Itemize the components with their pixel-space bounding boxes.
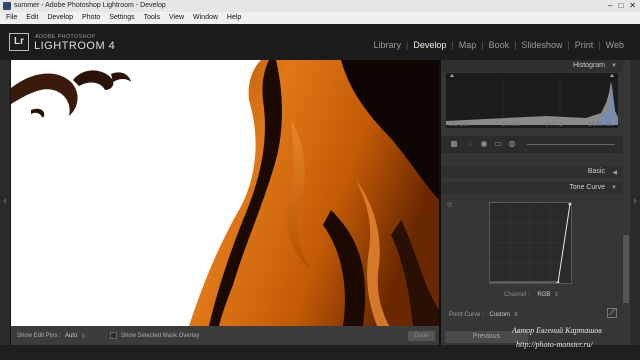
module-map[interactable]: Map xyxy=(455,40,481,50)
expand-icon: ◀ xyxy=(612,170,617,176)
mask-overlay-label: Show Selected Mask Overlay xyxy=(121,333,200,339)
edit-point-curve-icon[interactable]: ⟋ xyxy=(607,308,617,318)
channel-select[interactable]: RGB xyxy=(537,292,550,298)
module-book[interactable]: Book xyxy=(485,40,514,50)
menu-edit[interactable]: Edit xyxy=(26,12,38,24)
watermark-author: Автор Евгений Карташов xyxy=(512,326,602,335)
maximize-button[interactable]: □ xyxy=(618,1,623,11)
crop-overlay-icon[interactable]: ▦ xyxy=(449,139,459,149)
histogram-graph xyxy=(446,74,618,125)
tone-curve-header[interactable]: Tone Curve ▼ xyxy=(441,182,623,194)
basic-header[interactable]: Basic ◀ xyxy=(441,166,623,178)
identity-plate: Lr ADOBE PHOTOSHOP LIGHTROOM 4 Library |… xyxy=(0,24,640,60)
chevron-updown-icon: ⇕ xyxy=(513,312,519,318)
point-curve-select[interactable]: Custom xyxy=(489,312,510,318)
window-title-bar: summer - Adobe Photoshop Lightroom - Dev… xyxy=(0,0,640,12)
show-edit-pins-label: Show Edit Pins : xyxy=(17,333,61,339)
photo-image xyxy=(11,60,439,326)
menu-file[interactable]: File xyxy=(6,12,17,24)
window-controls: – □ ✕ xyxy=(608,1,636,11)
collapse-right-icon xyxy=(634,198,637,204)
right-panel-toggle[interactable] xyxy=(630,60,640,345)
collapse-icon: ▼ xyxy=(611,185,617,191)
lightroom-logo: Lr xyxy=(9,33,29,51)
minimize-button[interactable]: – xyxy=(608,1,612,11)
watermark-url: http://photo-monster.ru/ xyxy=(516,340,593,349)
menu-window[interactable]: Window xyxy=(193,12,218,24)
channel-label: Channel : xyxy=(504,292,530,298)
menu-help[interactable]: Help xyxy=(227,12,241,24)
red-eye-icon[interactable]: ◉ xyxy=(479,139,489,149)
module-slideshow[interactable]: Slideshow xyxy=(517,40,566,50)
photo-canvas[interactable] xyxy=(11,60,439,326)
tool-slider[interactable] xyxy=(527,144,615,145)
close-button[interactable]: ✕ xyxy=(629,1,636,11)
point-curve-row: Point Curve : Custom ⇕ xyxy=(449,311,519,318)
histogram-header[interactable]: Histogram ▼ xyxy=(441,60,623,72)
histogram-title: Histogram xyxy=(573,62,605,69)
mask-overlay-checkbox[interactable] xyxy=(110,332,117,339)
exif-iso: ISO 100 xyxy=(448,122,471,128)
menu-bar: File Edit Develop Photo Settings Tools V… xyxy=(0,12,640,24)
menu-view[interactable]: View xyxy=(169,12,184,24)
spot-removal-icon[interactable]: ◌ xyxy=(465,139,475,149)
bottom-toolbar: Show Edit Pins : Auto ⇕ Show Selected Ma… xyxy=(11,326,439,345)
point-curve-label: Point Curve : xyxy=(449,312,484,318)
done-button[interactable]: Done xyxy=(408,331,435,341)
exif-aperture: ƒ / 7.1 xyxy=(546,122,563,128)
app-icon xyxy=(3,2,11,10)
targeted-adjustment-icon[interactable]: ◎ xyxy=(447,201,452,208)
panel-scrollbar[interactable] xyxy=(623,235,629,303)
adjustment-brush-icon[interactable]: ◍ xyxy=(507,139,517,149)
menu-develop[interactable]: Develop xyxy=(47,12,73,24)
menu-settings[interactable]: Settings xyxy=(109,12,134,24)
menu-tools[interactable]: Tools xyxy=(144,12,160,24)
graduated-filter-icon[interactable]: ▭ xyxy=(493,139,503,149)
collapse-left-icon xyxy=(3,198,6,204)
module-print[interactable]: Print xyxy=(571,40,598,50)
module-web[interactable]: Web xyxy=(602,40,628,50)
right-panel: Histogram ▼ ISO 100 50 mm ƒ / 7.1 1/160 … xyxy=(441,60,630,345)
tone-curve-graph[interactable] xyxy=(489,202,572,285)
module-library[interactable]: Library xyxy=(369,40,405,50)
chevron-updown-icon: ⇕ xyxy=(554,292,560,298)
channel-row: Channel : RGB ⇕ xyxy=(504,291,559,298)
left-panel-toggle[interactable] xyxy=(0,60,10,345)
exif-shutter: 1/160 sec xyxy=(588,122,615,128)
histogram[interactable] xyxy=(446,73,618,128)
collapse-icon: ▼ xyxy=(611,63,617,69)
tone-curve-title: Tone Curve xyxy=(569,184,605,191)
exif-focal: 50 mm xyxy=(502,122,521,128)
tool-strip: ▦ ◌ ◉ ▭ ◍ xyxy=(441,136,623,153)
basic-title: Basic xyxy=(587,168,605,175)
brand-title: LIGHTROOM 4 xyxy=(34,40,116,52)
module-develop[interactable]: Develop xyxy=(409,40,450,50)
tone-curve-plot xyxy=(490,202,572,285)
menu-photo[interactable]: Photo xyxy=(82,12,100,24)
chevron-updown-icon: ⇕ xyxy=(81,334,87,340)
window-title: summer - Adobe Photoshop Lightroom - Dev… xyxy=(14,2,166,9)
module-picker: Library | Develop | Map | Book | Slidesh… xyxy=(369,40,628,50)
show-edit-pins-select[interactable]: Auto xyxy=(65,333,77,339)
